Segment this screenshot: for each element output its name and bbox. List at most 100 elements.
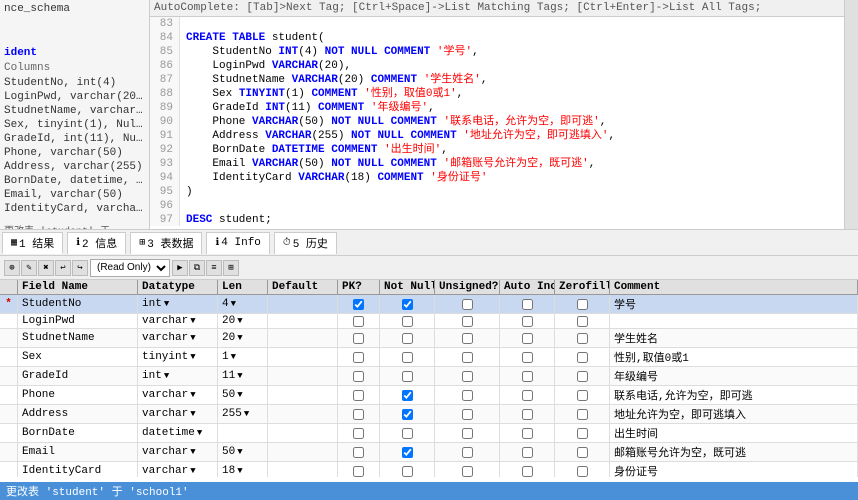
zerofill-cell[interactable] [555, 405, 610, 423]
pk-checkbox[interactable] [353, 447, 364, 458]
autoinc-cell[interactable] [500, 443, 555, 461]
autoinc-cell[interactable] [500, 405, 555, 423]
toolbar-icon[interactable]: ⧉ [189, 260, 205, 276]
notnull-checkbox[interactable] [402, 371, 413, 382]
autoinc-cell[interactable] [500, 386, 555, 404]
datatype-cell[interactable]: varchar ▼ [138, 443, 218, 461]
zerofill-cell[interactable] [555, 443, 610, 461]
zerofill-cell[interactable] [555, 348, 610, 366]
default-cell[interactable] [268, 462, 338, 477]
pk-cell[interactable] [338, 367, 380, 385]
default-cell[interactable] [268, 295, 338, 313]
notnull-checkbox[interactable] [402, 409, 413, 420]
len-cell[interactable]: 255 ▼ [218, 405, 268, 423]
notnull-cell[interactable] [380, 386, 435, 404]
tab-2[interactable]: ℹ2 信息 [67, 232, 126, 254]
default-cell[interactable] [268, 386, 338, 404]
unsigned-cell[interactable] [435, 405, 500, 423]
table-row[interactable]: IdentityCardvarchar ▼18 ▼身份证号 [0, 462, 858, 477]
comment-cell[interactable]: 出生时间 [610, 424, 858, 442]
unsigned-cell[interactable] [435, 443, 500, 461]
scrollbar[interactable] [844, 0, 858, 229]
dropdown-arrow-icon[interactable]: ▼ [237, 333, 242, 343]
pk-cell[interactable] [338, 295, 380, 313]
default-cell[interactable] [268, 443, 338, 461]
unsigned-checkbox[interactable] [462, 352, 473, 363]
unsigned-cell[interactable] [435, 386, 500, 404]
toolbar-icon[interactable]: ↩ [55, 260, 71, 276]
datatype-cell[interactable]: tinyint ▼ [138, 348, 218, 366]
field-name-cell[interactable]: GradeId [18, 367, 138, 385]
dropdown-arrow-icon[interactable]: ▼ [237, 371, 242, 381]
zerofill-checkbox[interactable] [577, 316, 588, 327]
field-name-cell[interactable]: Sex [18, 348, 138, 366]
comment-cell[interactable]: 性别,取值0或1 [610, 348, 858, 366]
pk-cell[interactable] [338, 329, 380, 347]
pk-checkbox[interactable] [353, 352, 364, 363]
toolbar-icon[interactable]: ✎ [21, 260, 37, 276]
comment-cell[interactable] [610, 314, 858, 328]
zerofill-cell[interactable] [555, 329, 610, 347]
toolbar-icon[interactable]: ≡ [206, 260, 222, 276]
datatype-cell[interactable]: varchar ▼ [138, 386, 218, 404]
dropdown-arrow-icon[interactable]: ▼ [197, 428, 202, 438]
dropdown-arrow-icon[interactable]: ▼ [231, 299, 236, 309]
unsigned-cell[interactable] [435, 462, 500, 477]
autoinc-checkbox[interactable] [522, 466, 533, 477]
unsigned-cell[interactable] [435, 329, 500, 347]
unsigned-cell[interactable] [435, 367, 500, 385]
len-cell[interactable]: 20 ▼ [218, 314, 268, 328]
comment-cell[interactable]: 身份证号 [610, 462, 858, 477]
pk-checkbox[interactable] [353, 409, 364, 420]
datatype-cell[interactable]: varchar ▼ [138, 462, 218, 477]
pk-cell[interactable] [338, 314, 380, 328]
notnull-cell[interactable] [380, 348, 435, 366]
dropdown-arrow-icon[interactable]: ▼ [190, 466, 195, 476]
zerofill-checkbox[interactable] [577, 447, 588, 458]
dropdown-arrow-icon[interactable]: ▼ [237, 390, 242, 400]
zerofill-checkbox[interactable] [577, 352, 588, 363]
notnull-checkbox[interactable] [402, 466, 413, 477]
pk-cell[interactable] [338, 348, 380, 366]
default-cell[interactable] [268, 348, 338, 366]
field-name-cell[interactable]: StudentNo [18, 295, 138, 313]
unsigned-checkbox[interactable] [462, 371, 473, 382]
notnull-checkbox[interactable] [402, 447, 413, 458]
datatype-cell[interactable]: varchar ▼ [138, 329, 218, 347]
notnull-checkbox[interactable] [402, 352, 413, 363]
dropdown-arrow-icon[interactable]: ▼ [244, 409, 249, 419]
zerofill-checkbox[interactable] [577, 466, 588, 477]
unsigned-checkbox[interactable] [462, 447, 473, 458]
pk-checkbox[interactable] [353, 428, 364, 439]
len-cell[interactable]: 50 ▼ [218, 443, 268, 461]
dropdown-arrow-icon[interactable]: ▼ [190, 409, 195, 419]
notnull-cell[interactable] [380, 462, 435, 477]
field-name-cell[interactable]: Address [18, 405, 138, 423]
autoinc-cell[interactable] [500, 348, 555, 366]
dropdown-arrow-icon[interactable]: ▼ [237, 447, 242, 457]
datatype-cell[interactable]: varchar ▼ [138, 405, 218, 423]
unsigned-checkbox[interactable] [462, 299, 473, 310]
tab-3[interactable]: ⊞3 表数据 [130, 232, 202, 254]
dropdown-arrow-icon[interactable]: ▼ [237, 316, 242, 326]
datatype-cell[interactable]: varchar ▼ [138, 314, 218, 328]
pk-checkbox[interactable] [353, 371, 364, 382]
dropdown-arrow-icon[interactable]: ▼ [190, 447, 195, 457]
code-lines[interactable]: 83 84CREATE TABLE student(85 StudentNo I… [150, 17, 844, 226]
notnull-cell[interactable] [380, 443, 435, 461]
toolbar-icon[interactable]: ⊕ [4, 260, 20, 276]
table-row[interactable]: LoginPwdvarchar ▼20 ▼ [0, 314, 858, 329]
autoinc-checkbox[interactable] [522, 390, 533, 401]
zerofill-cell[interactable] [555, 295, 610, 313]
autoinc-checkbox[interactable] [522, 371, 533, 382]
len-cell[interactable]: 20 ▼ [218, 329, 268, 347]
dropdown-arrow-icon[interactable]: ▼ [190, 352, 195, 362]
pk-cell[interactable] [338, 405, 380, 423]
unsigned-checkbox[interactable] [462, 333, 473, 344]
notnull-checkbox[interactable] [402, 333, 413, 344]
dropdown-arrow-icon[interactable]: ▼ [231, 352, 236, 362]
table-row[interactable]: Addressvarchar ▼255 ▼地址允许为空，即可逃填入 [0, 405, 858, 424]
default-cell[interactable] [268, 329, 338, 347]
comment-cell[interactable]: 学生姓名 [610, 329, 858, 347]
comment-cell[interactable]: 邮箱账号允许为空，既可逃 [610, 443, 858, 461]
